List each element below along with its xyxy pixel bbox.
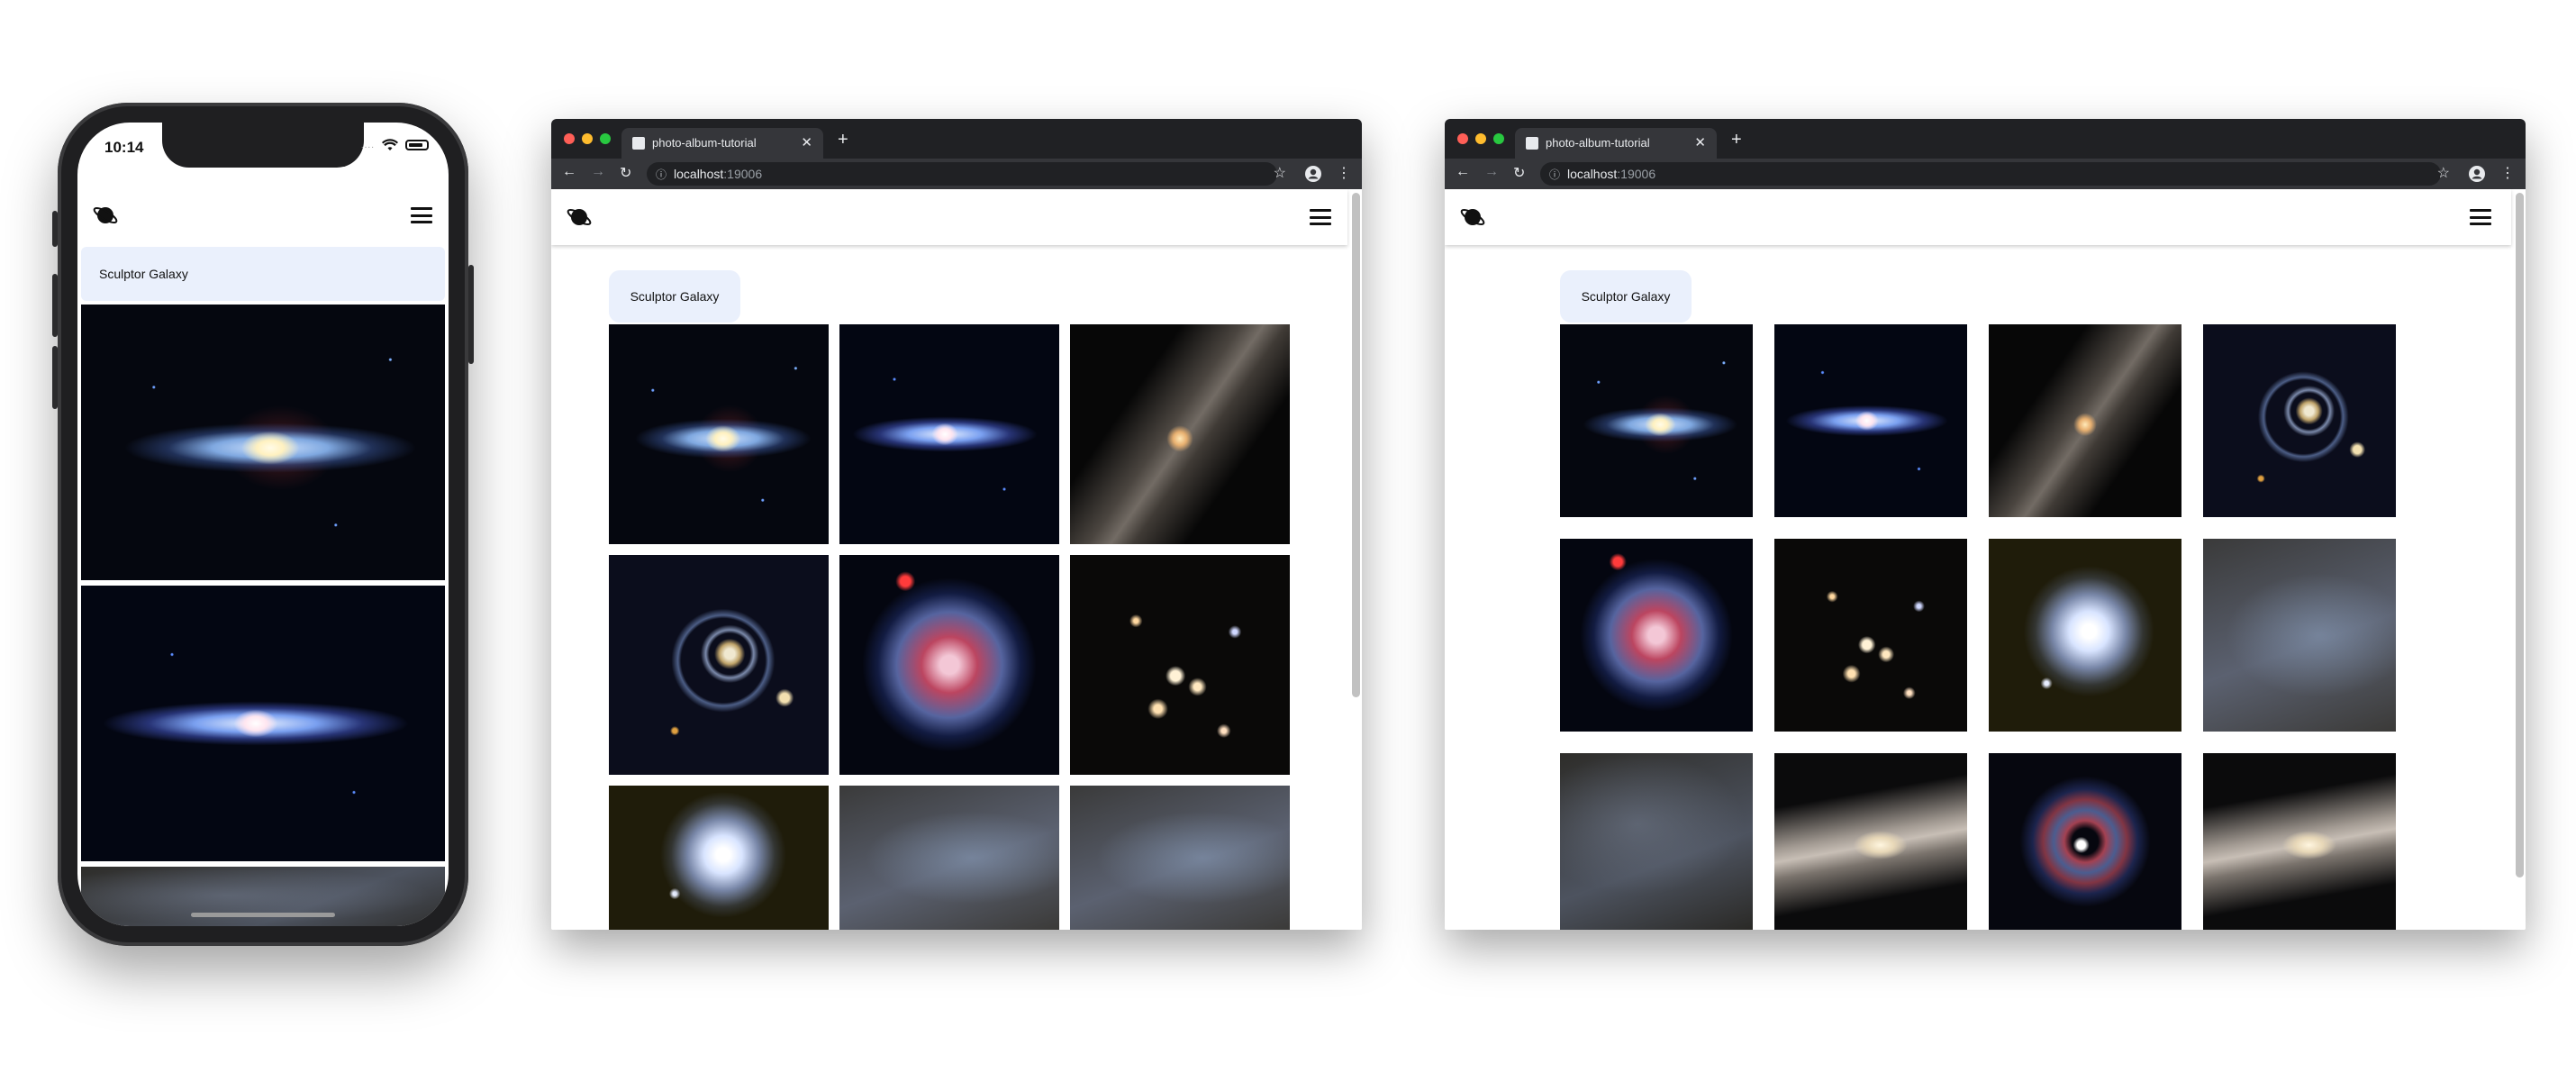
minimize-window-button[interactable] <box>582 133 593 144</box>
battery-icon <box>405 140 429 150</box>
info-icon[interactable]: ⓘ <box>656 163 667 186</box>
browser-tab[interactable]: photo-album-tutorial ✕ <box>621 128 823 159</box>
photo-thumbnail[interactable] <box>1070 324 1290 544</box>
phone-screen: 10:14 .... Sculptor Galaxy <box>77 123 449 926</box>
photo-thumbnail[interactable] <box>839 324 1059 544</box>
tab-strip: photo-album-tutorial ✕ + <box>1445 119 2526 159</box>
maximize-window-button[interactable] <box>600 133 611 144</box>
page-scrollbar[interactable] <box>2516 193 2524 877</box>
photo-thumbnail[interactable] <box>1989 324 2181 517</box>
photo-thumbnail[interactable] <box>839 786 1059 930</box>
status-time: 10:14 <box>104 139 144 156</box>
account-circle-icon[interactable] <box>1304 165 1322 183</box>
hamburger-menu-icon[interactable] <box>1310 209 1331 225</box>
wifi-icon <box>382 139 398 150</box>
account-circle-icon[interactable] <box>2468 165 2486 183</box>
browser-tab[interactable]: photo-album-tutorial ✕ <box>1515 128 1717 159</box>
star-icon[interactable]: ☆ <box>2437 164 2450 182</box>
album-chip-sculptor-galaxy[interactable]: Sculptor Galaxy <box>81 247 445 301</box>
phone-volume-down <box>52 346 58 409</box>
photo-thumbnail[interactable] <box>81 305 445 580</box>
hamburger-menu-icon[interactable] <box>2470 209 2491 225</box>
arrow-left-icon[interactable]: ← <box>562 164 576 180</box>
status-icons: .... <box>361 139 429 151</box>
browser-window-small: photo-album-tutorial ✕ + ← → ↻ ⓘ localhos… <box>551 119 1362 930</box>
photo-thumbnail[interactable] <box>1989 539 2181 732</box>
photo-thumbnail[interactable] <box>81 586 445 861</box>
star-icon[interactable]: ☆ <box>1274 164 1286 182</box>
phone-volume-up <box>52 274 58 337</box>
album-chip-sculptor-galaxy[interactable]: Sculptor Galaxy <box>1560 270 1692 323</box>
browser-toolbar: ← → ↻ ⓘ localhost:19006 ☆ ⋮ <box>1445 159 2526 189</box>
tab-strip: photo-album-tutorial ✕ + <box>551 119 1362 159</box>
planet-logo-icon[interactable] <box>566 204 593 231</box>
browser-window-large: photo-album-tutorial ✕ + ← → ↻ ⓘ localhos… <box>1445 119 2526 930</box>
planet-logo-icon[interactable] <box>1459 204 1486 231</box>
app-header <box>1445 189 2511 245</box>
phone-power-button <box>468 265 474 364</box>
album-chip-sculptor-galaxy[interactable]: Sculptor Galaxy <box>609 270 740 323</box>
address-host: localhost <box>674 167 724 181</box>
address-host: localhost <box>1567 167 1618 181</box>
arrow-right-icon[interactable]: → <box>1484 164 1499 180</box>
favicon-icon <box>632 137 645 150</box>
photo-thumbnail[interactable] <box>609 786 829 930</box>
info-icon[interactable]: ⓘ <box>1549 163 1560 186</box>
address-bar[interactable]: ⓘ localhost:19006 <box>647 162 1277 186</box>
photo-thumbnail[interactable] <box>609 324 829 544</box>
hamburger-menu-icon[interactable] <box>411 207 432 223</box>
photo-thumbnail[interactable] <box>2203 539 2396 732</box>
photo-thumbnail[interactable] <box>1989 753 2181 930</box>
minimize-window-button[interactable] <box>1475 133 1486 144</box>
arrow-left-icon[interactable]: ← <box>1456 164 1470 180</box>
address-bar[interactable]: ⓘ localhost:19006 <box>1540 162 2441 186</box>
more-vert-icon[interactable]: ⋮ <box>2500 164 2515 182</box>
photo-thumbnail[interactable] <box>2203 753 2396 930</box>
app-header <box>551 189 1347 245</box>
page-scrollbar[interactable] <box>1352 193 1360 697</box>
new-tab-button[interactable]: + <box>838 130 848 150</box>
close-tab-icon[interactable]: ✕ <box>1694 134 1706 150</box>
photo-thumbnail[interactable] <box>2203 324 2396 517</box>
reload-icon[interactable]: ↻ <box>1513 164 1525 182</box>
close-tab-icon[interactable]: ✕ <box>801 134 812 150</box>
close-window-button[interactable] <box>1457 133 1468 144</box>
page-viewport: Sculptor Galaxy <box>1445 189 2526 930</box>
more-vert-icon[interactable]: ⋮ <box>1337 164 1351 182</box>
page-viewport: Sculptor Galaxy <box>551 189 1362 930</box>
address-port: :19006 <box>723 167 763 181</box>
photo-thumbnail[interactable] <box>1560 753 1753 930</box>
photo-thumbnail[interactable] <box>1774 324 1967 517</box>
new-tab-button[interactable]: + <box>1731 130 1742 150</box>
photo-thumbnail[interactable] <box>1560 539 1753 732</box>
photo-thumbnail[interactable] <box>609 555 829 775</box>
close-window-button[interactable] <box>564 133 575 144</box>
favicon-icon <box>1526 137 1538 150</box>
signal-icon: .... <box>360 140 375 150</box>
arrow-right-icon[interactable]: → <box>591 164 605 180</box>
photo-thumbnail[interactable] <box>1774 753 1967 930</box>
browser-toolbar: ← → ↻ ⓘ localhost:19006 ☆ ⋮ <box>551 159 1362 189</box>
maximize-window-button[interactable] <box>1493 133 1504 144</box>
planet-logo-icon[interactable] <box>92 202 119 229</box>
phone-silent-switch <box>52 211 58 247</box>
photo-thumbnail[interactable] <box>81 867 445 926</box>
photo-thumbnail[interactable] <box>839 555 1059 775</box>
photo-thumbnail[interactable] <box>1070 786 1290 930</box>
phone-mockup: 10:14 .... Sculptor Galaxy <box>52 103 474 946</box>
app-header <box>77 186 449 245</box>
photo-thumbnail[interactable] <box>1774 539 1967 732</box>
phone-notch <box>162 123 364 168</box>
reload-icon[interactable]: ↻ <box>620 164 631 182</box>
photo-thumbnail[interactable] <box>1560 324 1753 517</box>
tab-title: photo-album-tutorial <box>652 136 757 150</box>
tab-title: photo-album-tutorial <box>1546 136 1650 150</box>
photo-thumbnail[interactable] <box>1070 555 1290 775</box>
address-port: :19006 <box>1617 167 1656 181</box>
home-indicator <box>191 913 335 917</box>
